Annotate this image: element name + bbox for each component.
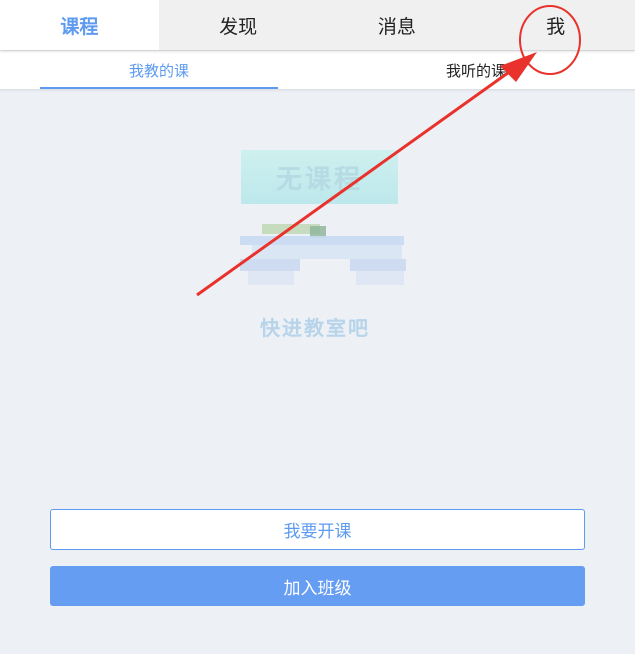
- active-subtab-indicator: [40, 87, 278, 89]
- subtab-teaching[interactable]: 我教的课: [40, 51, 278, 90]
- tab-discover[interactable]: 发现: [159, 0, 318, 50]
- tab-me[interactable]: 我: [476, 0, 635, 50]
- subtab-attending[interactable]: 我听的课: [357, 51, 595, 90]
- empty-state-illustration: 无课程 快进教室吧: [230, 140, 410, 350]
- empty-state-desk-icon: [240, 224, 406, 285]
- top-nav: 课程 发现 消息 我: [0, 0, 635, 50]
- tab-courses[interactable]: 课程: [0, 0, 159, 50]
- start-course-button[interactable]: 我要开课: [50, 509, 585, 550]
- empty-state-subtitle: 快进教室吧: [260, 315, 370, 340]
- tab-messages[interactable]: 消息: [318, 0, 477, 50]
- sub-nav: 我教的课 我听的课: [0, 51, 635, 90]
- join-class-button[interactable]: 加入班级: [50, 566, 585, 606]
